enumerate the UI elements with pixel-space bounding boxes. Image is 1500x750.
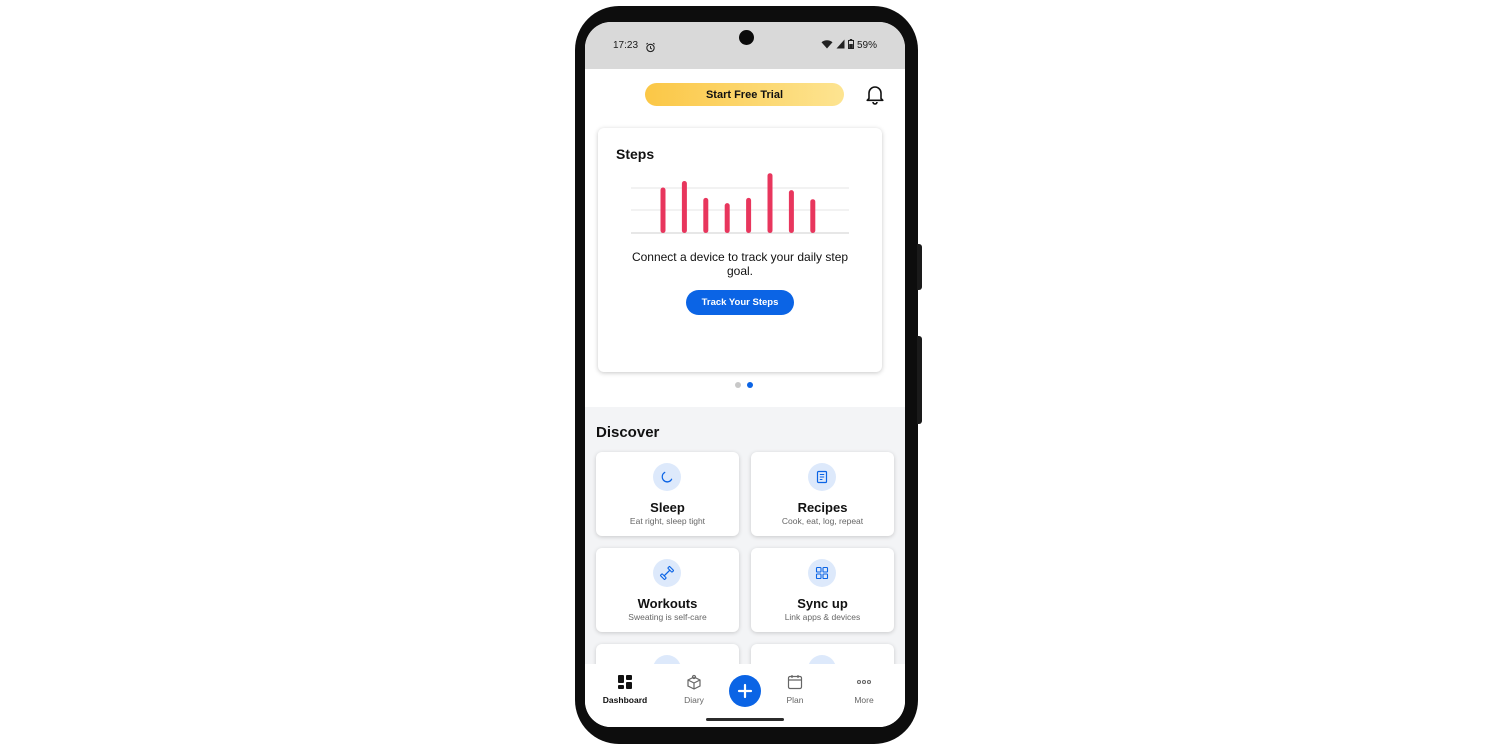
signal-icon [836, 39, 845, 52]
nav-plan[interactable]: Plan [765, 674, 825, 705]
steps-card-message: Connect a device to track your daily ste… [631, 250, 849, 278]
steps-card[interactable]: Steps Connect a device to track your dai… [598, 128, 882, 372]
tile-title: Recipes [797, 500, 848, 515]
tile-subtitle: Eat right, sleep tight [629, 516, 706, 526]
bell-icon[interactable] [864, 83, 886, 110]
start-free-trial-button[interactable]: Start Free Trial [645, 83, 844, 106]
status-time: 17:23 [613, 40, 639, 51]
alarm-icon [645, 40, 656, 58]
recipe-icon [808, 463, 836, 491]
nav-more[interactable]: More [834, 674, 894, 705]
card-carousel[interactable]: Steps Connect a device to track your dai… [585, 117, 905, 407]
nav-dashboard[interactable]: Dashboard [595, 674, 655, 705]
discover-tile-sleep[interactable]: Sleep Eat right, sleep tight [596, 452, 739, 536]
chart-bar [681, 181, 687, 233]
grid-icon [808, 559, 836, 587]
nav-label: Dashboard [602, 695, 648, 705]
carousel-dots [735, 382, 753, 388]
moon-icon [653, 463, 681, 491]
add-button[interactable] [729, 675, 761, 707]
discover-title: Discover [596, 424, 660, 441]
discover-tile-recipes[interactable]: Recipes Cook, eat, log, repeat [751, 452, 894, 536]
nav-label: More [854, 695, 874, 705]
nav-label: Plan [786, 695, 804, 705]
calendar-icon [787, 675, 803, 692]
discover-section: Discover Sleep Eat right, sleep tight Re… [585, 407, 905, 727]
plus-icon [737, 683, 753, 699]
front-camera [739, 30, 754, 45]
tile-subtitle: Cook, eat, log, repeat [781, 516, 864, 526]
wifi-icon [821, 39, 833, 52]
top-bar: Start Free Trial [585, 69, 905, 117]
carousel-dot[interactable] [747, 382, 753, 388]
tile-subtitle: Link apps & devices [784, 612, 861, 622]
steps-card-title: Steps [616, 146, 655, 162]
home-indicator[interactable] [706, 718, 784, 721]
chart-bar [767, 173, 773, 233]
tile-subtitle: Sweating is self-care [628, 612, 707, 622]
status-bar: 17:23 59% [585, 22, 905, 69]
carousel-dot[interactable] [735, 382, 741, 388]
chart-bar [724, 203, 730, 233]
tile-title: Sync up [797, 596, 848, 611]
app-screen: 17:23 59% Start Free Trial Steps Connect… [585, 22, 905, 727]
steps-chart [631, 173, 849, 234]
discover-tile-workouts[interactable]: Workouts Sweating is self-care [596, 548, 739, 632]
battery-percent: 59% [856, 40, 877, 51]
nav-label: Diary [684, 695, 704, 705]
diary-icon [686, 674, 702, 692]
track-your-steps-button[interactable]: Track Your Steps [686, 290, 794, 315]
discover-tile-sync-up[interactable]: Sync up Link apps & devices [751, 548, 894, 632]
tile-title: Sleep [650, 500, 685, 515]
chart-bar [810, 199, 816, 233]
more-icon [856, 679, 872, 692]
dashboard-icon [617, 675, 633, 692]
nav-diary[interactable]: Diary [664, 674, 724, 705]
tile-title: Workouts [637, 596, 698, 611]
volume-button [917, 244, 922, 290]
status-right: 59% [821, 39, 877, 52]
chart-bar [660, 187, 666, 233]
dumbbell-icon [653, 559, 681, 587]
chart-bar [746, 197, 752, 233]
chart-bar [788, 190, 794, 233]
chart-bar [703, 197, 709, 233]
power-button [917, 336, 922, 424]
battery-icon [847, 39, 854, 52]
